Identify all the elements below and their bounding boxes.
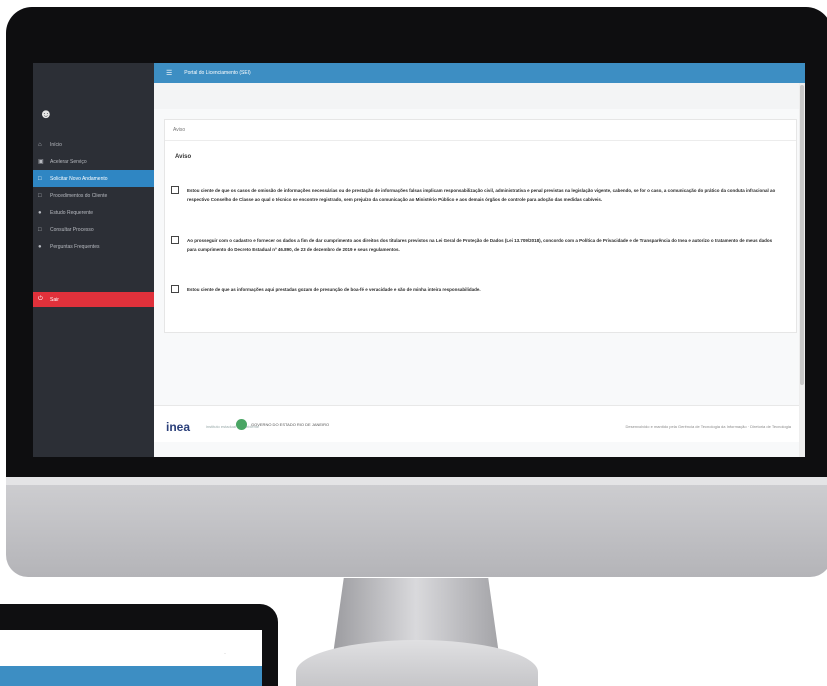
sidebar-item-perguntas[interactable]: ● Perguntas Frequentes <box>33 238 154 255</box>
government-seal-icon <box>236 419 247 430</box>
sidebar-item-label: Solicitar Novo Andamento <box>50 175 108 182</box>
sidebar-item-solicitar[interactable]: □ Solicitar Novo Andamento <box>33 170 154 187</box>
menu-toggle-icon[interactable]: ☰ <box>166 69 172 77</box>
chin-highlight <box>6 477 827 485</box>
checkbox[interactable] <box>171 236 179 244</box>
card-header: Aviso <box>173 127 186 133</box>
checkbox-item: Ao prosseguir com o cadastro e fornecer … <box>171 236 782 254</box>
power-icon: ⏻ <box>38 296 43 302</box>
checkbox-text: Estou ciente de que os casos de omissão … <box>187 188 776 202</box>
laptop-dot-icon: · <box>224 651 226 657</box>
government-text: GOVERNO DO ESTADO RIO DE JANEIRO <box>251 422 330 427</box>
exit-button[interactable]: ⏻ Sair <box>33 292 154 307</box>
footer-credits: Desenvolvido e mantido pela Gerência de … <box>625 424 791 429</box>
monitor-stand-base <box>296 640 538 686</box>
inea-logo: inea <box>166 420 191 434</box>
scrollbar-thumb[interactable] <box>800 85 804 385</box>
sidebar-item-label: Acelerar Serviço <box>50 158 87 165</box>
checkbox[interactable] <box>171 285 179 293</box>
monitor-chin <box>6 477 827 577</box>
sidebar-item-label: Perguntas Frequentes <box>50 243 100 250</box>
sidebar-item-label: Procedimentos do Cliente <box>50 192 108 199</box>
sidebar-item-inicio[interactable]: ⌂ Início <box>33 136 154 153</box>
exit-label: Sair <box>50 296 59 303</box>
document-icon: □ <box>38 175 42 182</box>
footer: inea instituto estadual do ambiente GOVE… <box>154 405 805 442</box>
monitor-bezel: ☻ ⌂ Início ▣ Acelerar Serviço □ Solicita… <box>6 7 827 477</box>
sidebar-item-label: Consultar Processo <box>50 226 94 233</box>
sidebar-item-estudo[interactable]: ● Estudo Requerente <box>33 204 154 221</box>
sidebar-item-label: Início <box>50 141 62 148</box>
app-screen: ☻ ⌂ Início ▣ Acelerar Serviço □ Solicita… <box>33 63 805 457</box>
users-icon: ● <box>38 209 42 216</box>
checkbox-item: Estou ciente de que os casos de omissão … <box>171 186 782 204</box>
bank-icon: ▣ <box>38 159 44 165</box>
checkbox[interactable] <box>171 186 179 194</box>
checkbox-item: Estou ciente de que as informações aqui … <box>171 285 782 294</box>
sidebar-nav: ⌂ Início ▣ Acelerar Serviço □ Solicitar … <box>33 136 154 255</box>
document-icon: □ <box>38 226 42 233</box>
info-icon: ● <box>38 243 42 250</box>
divider <box>165 140 796 141</box>
sub-header <box>154 83 805 110</box>
sidebar-item-label: Estudo Requerente <box>50 209 94 216</box>
home-icon: ⌂ <box>38 141 42 148</box>
sidebar-item-procedimentos[interactable]: □ Procedimentos do Cliente <box>33 187 154 204</box>
sidebar-item-consultar[interactable]: □ Consultar Processo <box>33 221 154 238</box>
desktop-monitor: ☻ ⌂ Início ▣ Acelerar Serviço □ Solicita… <box>6 7 827 577</box>
card-title: Aviso <box>175 154 192 160</box>
top-bar: ☰ Portal do Licenciamento (SEI) <box>154 63 805 83</box>
sidebar-item-acelerar[interactable]: ▣ Acelerar Serviço <box>33 153 154 170</box>
notice-card: Aviso Aviso Estou ciente de que os casos… <box>164 119 797 333</box>
sidebar: ☻ ⌂ Início ▣ Acelerar Serviço □ Solicita… <box>33 63 154 457</box>
user-avatar-icon[interactable]: ☻ <box>39 107 53 121</box>
folder-icon: □ <box>38 192 42 199</box>
laptop-top-bar <box>0 666 262 686</box>
checkbox-text: Estou ciente de que as informações aqui … <box>187 287 481 292</box>
app-title: Portal do Licenciamento (SEI) <box>184 70 251 76</box>
checkbox-text: Ao prosseguir com o cadastro e fornecer … <box>187 238 773 252</box>
